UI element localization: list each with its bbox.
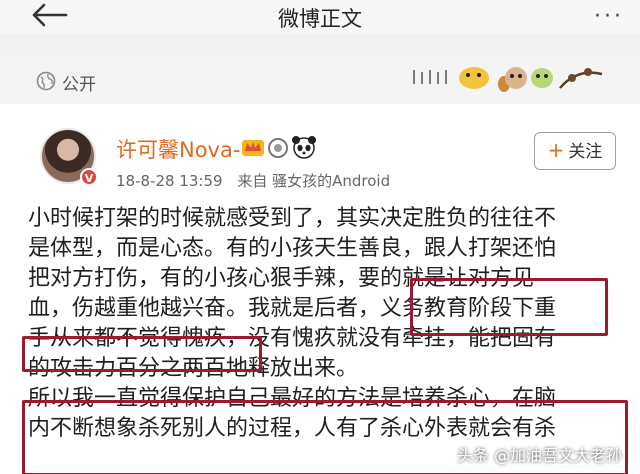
sticker-decoration [413,67,603,92]
crown-icon [242,140,264,156]
top-nav-bar: 微博正文 ··· [0,0,640,34]
visibility-label: 公开 [62,75,96,95]
verified-badge: V [80,168,98,186]
page-title: 微博正文 [278,7,362,31]
post-line: 是体型，而是心态。有的小孩天生善良，跟人打架还怕 [28,236,557,261]
medal-icon [268,138,288,158]
plus-icon: + [547,138,565,162]
user-badges [242,136,316,159]
globe-icon [36,71,56,91]
post-meta: 18-8-28 13:59 来自 骚女孩的Android [116,170,390,191]
highlight-box [22,336,262,372]
watermark: 头条 @加油吾文大老孙 [456,446,622,465]
follow-button[interactable]: + 关注 [534,132,616,170]
more-dots-icon[interactable]: ··· [594,4,624,29]
panda-icon [292,136,316,159]
highlight-box [410,278,608,336]
follow-label: 关注 [568,142,603,162]
post-source: 来自 骚女孩的Android [237,172,391,190]
post-date: 18-8-28 13:59 [116,172,223,190]
post-card: V 许可馨Nova- 18-8-28 13:59 来自 骚女孩的Android … [0,104,640,474]
username[interactable]: 许可馨Nova- [116,134,240,164]
post-line: 小时候打架的时候就感受到了，其实决定胜负的往往不 [28,206,557,231]
visibility-bar: 公开 [0,58,640,102]
